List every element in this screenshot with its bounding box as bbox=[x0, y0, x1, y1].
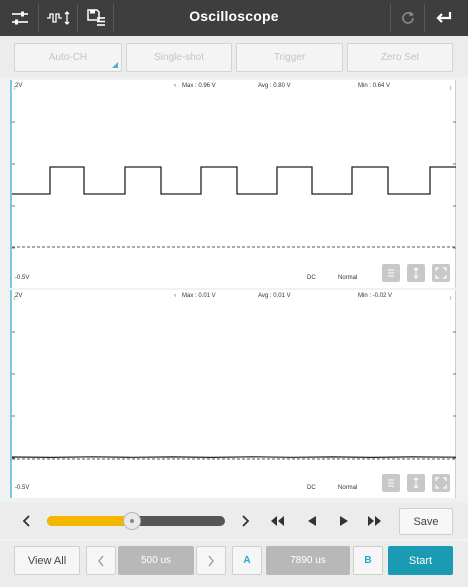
chevron-left-icon bbox=[98, 555, 104, 566]
channel-1-waveform bbox=[12, 166, 456, 195]
fast-forward-icon[interactable] bbox=[366, 512, 384, 530]
rewind-icon[interactable] bbox=[268, 512, 286, 530]
scale-top-label: 2V bbox=[15, 293, 23, 299]
scale-bottom-label: -0.5V bbox=[15, 485, 30, 491]
vertical-arrows-icon bbox=[413, 267, 419, 279]
next-icon[interactable] bbox=[236, 512, 254, 530]
cursor-a-label: A bbox=[243, 555, 251, 566]
start-label: Start bbox=[408, 554, 433, 567]
start-button[interactable]: Start bbox=[388, 546, 453, 575]
trigger-button[interactable]: Trigger bbox=[236, 43, 343, 72]
cursor-value: 7890 us bbox=[266, 546, 350, 575]
view-all-label: View All bbox=[27, 554, 67, 567]
single-shot-label: Single-shot bbox=[153, 52, 205, 63]
save-button[interactable]: Save bbox=[399, 508, 453, 535]
cursor-marker-icon: ‹ bbox=[174, 293, 176, 299]
play-icon[interactable] bbox=[335, 512, 353, 530]
oscilloscope-app: Oscilloscope Auto-CH Single-shot Trigger… bbox=[0, 0, 468, 587]
timeline-slider-fill bbox=[47, 516, 132, 526]
coupling-label: DC bbox=[307, 485, 316, 491]
chevron-right-icon bbox=[208, 555, 214, 566]
cursor-b-label: B bbox=[364, 555, 372, 566]
mode-toolbar: Auto-CH Single-shot Trigger Zero Set bbox=[0, 36, 468, 78]
fullscreen-button[interactable] bbox=[432, 474, 450, 492]
timebase-value: 500 us bbox=[118, 546, 194, 575]
cursor-b-button[interactable]: B bbox=[353, 546, 383, 575]
refresh-icon[interactable] bbox=[396, 6, 420, 30]
playback-bar: Save bbox=[0, 503, 468, 539]
step-back-icon[interactable] bbox=[303, 512, 321, 530]
vertical-scale-button[interactable] bbox=[407, 264, 425, 282]
scale-top-label: 2V bbox=[15, 83, 23, 89]
cursor-value-label: 7890 us bbox=[290, 555, 326, 566]
single-shot-button[interactable]: Single-shot bbox=[126, 43, 232, 72]
avg-readout: Avg : 0.01 V bbox=[258, 293, 291, 299]
fullscreen-button[interactable] bbox=[432, 264, 450, 282]
prev-icon[interactable] bbox=[18, 512, 36, 530]
timebase-decrease-button[interactable] bbox=[86, 546, 116, 575]
channel-1-panel[interactable]: 2V ‹ Max : 0.96 V Avg : 0.80 V Min : 0.6… bbox=[10, 80, 456, 288]
trigger-label: Trigger bbox=[273, 52, 306, 63]
grid-icon bbox=[388, 479, 394, 487]
timebase-label: 500 us bbox=[140, 555, 172, 566]
channel-2-panel[interactable]: 2V ‹ Max : 0.01 V Avg : 0.01 V Min : -0.… bbox=[10, 290, 456, 498]
vertical-scale-button[interactable] bbox=[407, 474, 425, 492]
channel-1-grid bbox=[12, 85, 456, 249]
avg-readout: Avg : 0.80 V bbox=[258, 83, 291, 89]
expand-icon bbox=[435, 267, 447, 279]
coupling-label: DC bbox=[307, 275, 316, 281]
save-label: Save bbox=[413, 515, 439, 528]
min-readout: Min : 0.64 V bbox=[358, 83, 391, 89]
auto-ch-label: Auto-CH bbox=[48, 52, 88, 63]
channel-2-grid bbox=[12, 295, 456, 460]
scale-bottom-label: -0.5V bbox=[15, 275, 30, 281]
max-readout: Max : 0.96 V bbox=[182, 83, 216, 89]
dropdown-corner-icon bbox=[112, 62, 118, 68]
max-readout: Max : 0.01 V bbox=[182, 293, 216, 299]
trigger-mode-label: Normal bbox=[338, 485, 358, 491]
vertical-arrows-icon bbox=[413, 477, 419, 489]
cursor-a-button[interactable]: A bbox=[232, 546, 262, 575]
auto-ch-button[interactable]: Auto-CH bbox=[14, 43, 122, 72]
channel-option-button[interactable] bbox=[382, 264, 400, 282]
zero-set-button[interactable]: Zero Set bbox=[347, 43, 453, 72]
expand-icon bbox=[435, 477, 447, 489]
channel-2-waveform bbox=[12, 456, 456, 459]
timeline-slider-thumb[interactable] bbox=[123, 512, 141, 530]
timeline-slider[interactable] bbox=[47, 512, 225, 530]
title-divider bbox=[424, 4, 425, 32]
zero-set-label: Zero Set bbox=[380, 52, 420, 63]
grid-icon bbox=[388, 269, 394, 277]
timebase-increase-button[interactable] bbox=[196, 546, 226, 575]
view-all-button[interactable]: View All bbox=[14, 546, 80, 575]
title-divider bbox=[390, 4, 391, 32]
back-icon[interactable] bbox=[432, 6, 456, 30]
min-readout: Min : -0.02 V bbox=[358, 293, 393, 299]
title-bar: Oscilloscope bbox=[0, 0, 468, 36]
bottom-toolbar: View All 500 us A 7890 us B Start bbox=[0, 541, 468, 587]
trigger-mode-label: Normal bbox=[338, 275, 358, 281]
channel-option-button[interactable] bbox=[382, 474, 400, 492]
cursor-marker-icon: ‹ bbox=[174, 83, 176, 89]
